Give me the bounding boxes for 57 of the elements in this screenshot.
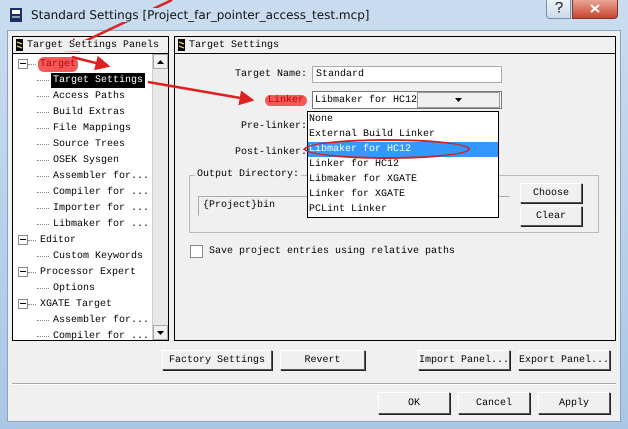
- field-label: Pre-linker:: [240, 120, 308, 132]
- tree-item[interactable]: Importer for ...: [51, 200, 152, 216]
- tree-item[interactable]: Build Extras: [51, 104, 128, 120]
- dropdown-option[interactable]: PCLint Linker: [308, 202, 498, 217]
- tree-item[interactable]: Assembler for...: [51, 312, 152, 328]
- dialog-button[interactable]: Cancel: [458, 392, 530, 414]
- field-label: Post-linker:: [234, 146, 308, 158]
- tree-item[interactable]: XGATE Target: [38, 296, 114, 312]
- close-button[interactable]: [572, 0, 618, 19]
- directory-button[interactable]: Choose: [520, 183, 582, 203]
- tree-item[interactable]: Source Trees: [51, 136, 128, 152]
- scroll-up-icon[interactable]: [157, 60, 164, 64]
- checkbox-label: Save project entries using relative paths: [209, 246, 456, 257]
- tree-item[interactable]: Libmaker for ...: [51, 216, 152, 232]
- panel-button[interactable]: Import Panel...: [418, 350, 510, 370]
- collapse-icon[interactable]: [18, 299, 28, 309]
- caret-icon: [455, 98, 462, 102]
- panel-button[interactable]: Revert: [280, 350, 365, 370]
- help-button[interactable]: [546, 0, 571, 19]
- panel-button[interactable]: Factory Settings: [162, 350, 272, 370]
- target-name-field[interactable]: Standard: [312, 66, 502, 82]
- tree-item[interactable]: OSEK Sysgen: [51, 152, 122, 168]
- tree-item[interactable]: Compiler for ...: [51, 328, 152, 340]
- tree-item[interactable]: Assembler for...: [51, 168, 152, 184]
- tree-item[interactable]: Editor: [38, 232, 78, 248]
- panel-button[interactable]: Export Panel...: [518, 350, 610, 370]
- window-title: Standard Settings [Project_far_pointer_access_test.mcp]: [31, 8, 370, 22]
- checkbox[interactable]: [190, 245, 203, 258]
- collapse-icon[interactable]: [18, 267, 28, 277]
- dropdown-option[interactable]: None: [308, 112, 498, 127]
- app-icon: [9, 7, 23, 23]
- tree-item[interactable]: Processor Expert: [38, 264, 138, 280]
- dropdown-option[interactable]: External Build Linker: [308, 127, 498, 142]
- tree-item[interactable]: Options: [51, 280, 98, 296]
- tree-item[interactable]: File Mappings: [51, 120, 134, 136]
- tree-item[interactable]: Custom Keywords: [51, 248, 146, 264]
- dropdown-option[interactable]: Linker for XGATE: [308, 187, 498, 202]
- collapse-icon[interactable]: [18, 235, 28, 245]
- field-label: Linker: [264, 94, 307, 106]
- collapse-icon[interactable]: [18, 59, 28, 69]
- dropdown-option[interactable]: Linker for HC12: [308, 157, 498, 172]
- scroll-down-icon[interactable]: [157, 330, 164, 334]
- dialog-button[interactable]: Apply: [538, 392, 610, 414]
- close-icon: [590, 4, 600, 13]
- linker-dropdown[interactable]: Libmaker for HC12: [312, 91, 502, 109]
- scrollbar[interactable]: [152, 54, 168, 340]
- panel-title: Target Settings Panels: [27, 40, 160, 50]
- tree-item[interactable]: Target Settings: [51, 72, 146, 88]
- field-label: Target Name:: [234, 68, 308, 80]
- tree-item[interactable]: Compiler for ...: [51, 184, 152, 200]
- dropdown-option[interactable]: Libmaker for XGATE: [308, 172, 498, 187]
- directory-button[interactable]: Clear: [520, 206, 582, 226]
- panel-title: Target Settings: [189, 40, 280, 50]
- dialog-button[interactable]: OK: [378, 392, 450, 414]
- tree-item[interactable]: Access Paths: [51, 88, 128, 104]
- group-label: Output Directory:: [195, 169, 302, 180]
- help-icon: [554, 2, 562, 13]
